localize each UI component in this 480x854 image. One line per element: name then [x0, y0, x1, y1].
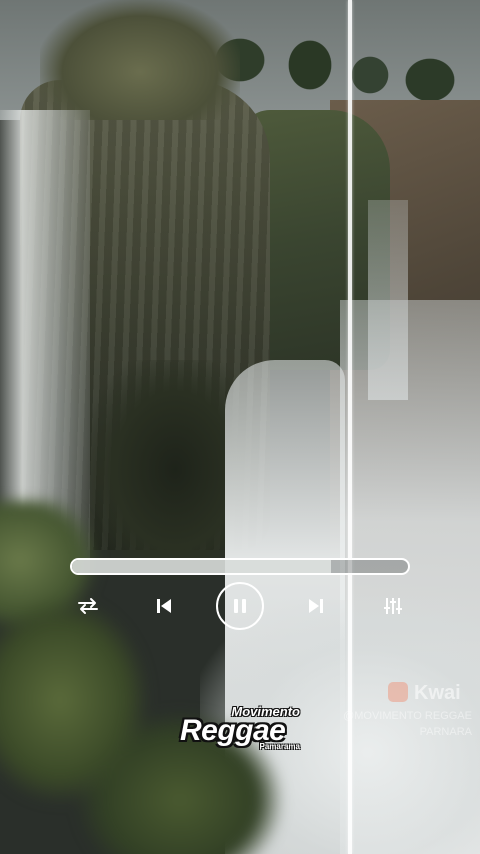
kwai-logo-icon [388, 682, 408, 702]
brand-logo: Movimento Reggae Pamarama [178, 704, 304, 756]
watermark-handle: @MOVIMENTO REGGAE [343, 710, 472, 722]
skip-next-icon [309, 599, 323, 613]
pause-icon [234, 599, 246, 613]
watermark-handle-2: PARNARA [419, 726, 472, 738]
equalizer-icon [384, 598, 402, 614]
equalizer-button[interactable] [380, 594, 406, 618]
skip-previous-icon [157, 599, 171, 613]
repeat-icon [78, 598, 98, 614]
foreground-foliage [0, 500, 320, 854]
watermark-name: Kwai [414, 682, 461, 704]
previous-button[interactable] [152, 594, 176, 618]
progress-bar[interactable] [70, 558, 410, 575]
kwai-watermark: Kwai @MOVIMENTO REGGAE PARNARA [322, 680, 472, 744]
repeat-button[interactable] [74, 594, 102, 618]
pause-button[interactable] [216, 582, 264, 630]
progress-fill [72, 560, 331, 573]
moss-top [40, 0, 240, 120]
next-button[interactable] [304, 594, 328, 618]
brand-subtitle: Pamarama [259, 742, 300, 751]
